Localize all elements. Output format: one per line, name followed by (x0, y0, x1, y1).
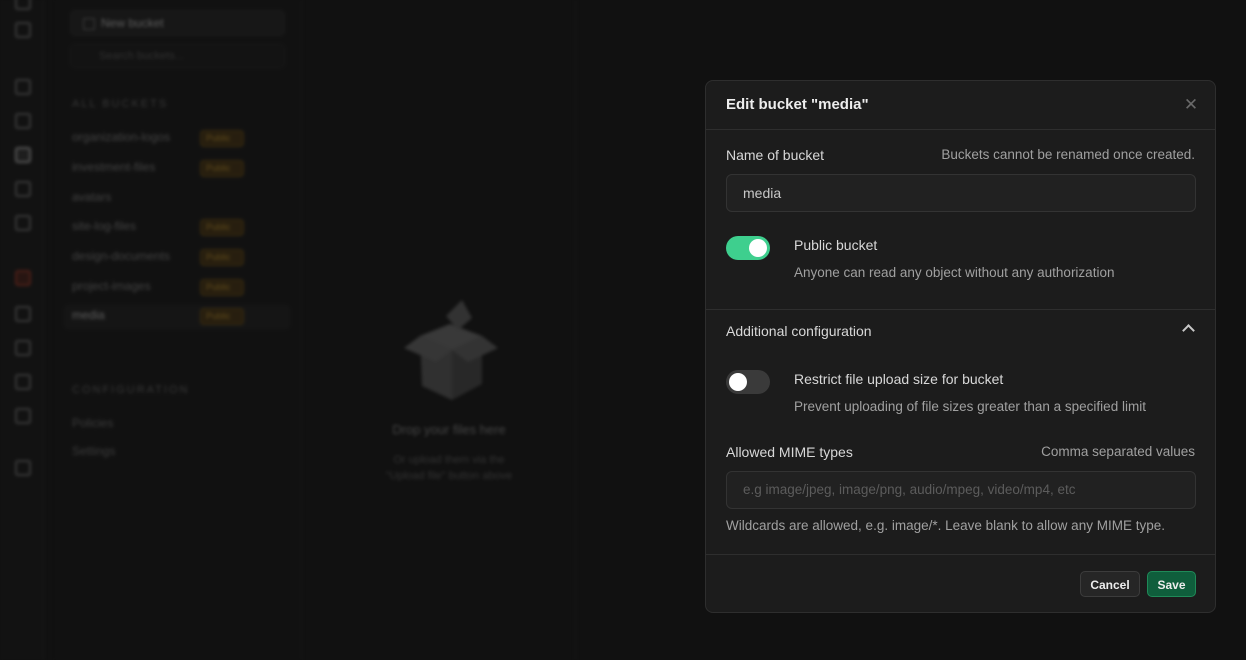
public-bucket-toggle[interactable] (726, 236, 770, 260)
bucket-item: project-images Public (72, 279, 282, 299)
public-badge: Public (200, 279, 244, 296)
settings-link: Settings (72, 444, 116, 458)
auth-icon (15, 113, 31, 129)
reports-icon (15, 306, 31, 322)
additional-configuration-toggle[interactable]: Additional configuration (726, 323, 872, 339)
chevron-up-icon[interactable] (1182, 324, 1195, 337)
bucket-item: avatars (72, 190, 282, 210)
bucket-name: avatars (72, 190, 112, 204)
drop-files-subtitle: Or upload them via the (393, 454, 505, 466)
mime-types-hint: Comma separated values (1041, 444, 1195, 459)
bucket-name-input[interactable]: media (726, 174, 1196, 212)
drop-files-title: Drop your files here (392, 422, 506, 437)
bucket-item-selected: media Public (64, 305, 290, 329)
functions-icon (15, 181, 31, 197)
bucket-name: project-images (72, 279, 151, 293)
settings-icon (15, 460, 31, 476)
all-buckets-heading: ALL BUCKETS (72, 98, 169, 110)
configuration-heading: CONFIGURATION (72, 384, 190, 396)
logs-icon (15, 340, 31, 356)
policies-link: Policies (72, 416, 114, 430)
bucket-item: design-documents Public (72, 249, 282, 269)
bucket-name: design-documents (72, 249, 171, 263)
public-badge: Public (200, 249, 244, 266)
bucket-item: investment-files Public (72, 160, 282, 180)
sql-icon (15, 79, 31, 95)
bucket-name: organization-logos (72, 130, 171, 144)
toggle-knob (749, 239, 767, 257)
public-bucket-label: Public bucket (794, 237, 878, 253)
bucket-item: site-log-files Public (72, 219, 282, 239)
restrict-upload-label: Restrict file upload size for bucket (794, 371, 1004, 387)
public-badge: Public (200, 308, 244, 325)
cancel-button[interactable]: Cancel (1080, 571, 1140, 597)
bucket-name: investment-files (72, 160, 156, 174)
footer-divider (706, 554, 1215, 555)
section-divider (706, 309, 1215, 310)
file-explorer: Drop your files here Or upload them via … (318, 0, 576, 660)
bucket-name: media (72, 308, 105, 322)
bucket-item: organization-logos Public (72, 130, 282, 150)
edit-bucket-dialog: Edit bucket "media" ✕ Name of bucket Buc… (705, 80, 1216, 613)
bucket-name-hint: Buckets cannot be renamed once created. (941, 147, 1195, 162)
home-icon (15, 0, 31, 10)
integrations-icon (15, 408, 31, 424)
save-button[interactable]: Save (1147, 571, 1196, 597)
close-icon[interactable]: ✕ (1183, 96, 1199, 113)
storage-icon (15, 147, 31, 163)
bucket-name-label: Name of bucket (726, 147, 825, 163)
mime-types-help: Wildcards are allowed, e.g. image/*. Lea… (726, 518, 1165, 533)
storage-sidebar: New bucket Search buckets... ALL BUCKETS… (56, 0, 302, 660)
new-bucket-button: New bucket (70, 10, 285, 36)
bucket-search-input: Search buckets... (70, 44, 285, 68)
public-badge: Public (200, 130, 244, 147)
public-badge: Public (200, 219, 244, 236)
table-icon (15, 22, 31, 38)
dialog-title: Edit bucket "media" (726, 96, 869, 113)
public-bucket-description: Anyone can read any object without any a… (794, 265, 1115, 280)
bucket-name: site-log-files (72, 219, 137, 233)
mime-types-input[interactable]: e.g image/jpeg, image/png, audio/mpeg, v… (726, 471, 1196, 509)
api-docs-icon (15, 374, 31, 390)
public-badge: Public (200, 160, 244, 177)
empty-box-illustration (404, 300, 498, 400)
advisor-icon (15, 270, 31, 286)
restrict-upload-size-toggle[interactable] (726, 370, 770, 394)
toggle-knob (729, 373, 747, 391)
dialog-header: Edit bucket "media" ✕ (706, 81, 1215, 130)
drop-files-subtitle: "Upload file" button above (385, 470, 513, 482)
mime-types-label: Allowed MIME types (726, 444, 853, 460)
icon-rail (0, 0, 44, 660)
restrict-upload-description: Prevent uploading of file sizes greater … (794, 399, 1146, 414)
realtime-icon (15, 215, 31, 231)
